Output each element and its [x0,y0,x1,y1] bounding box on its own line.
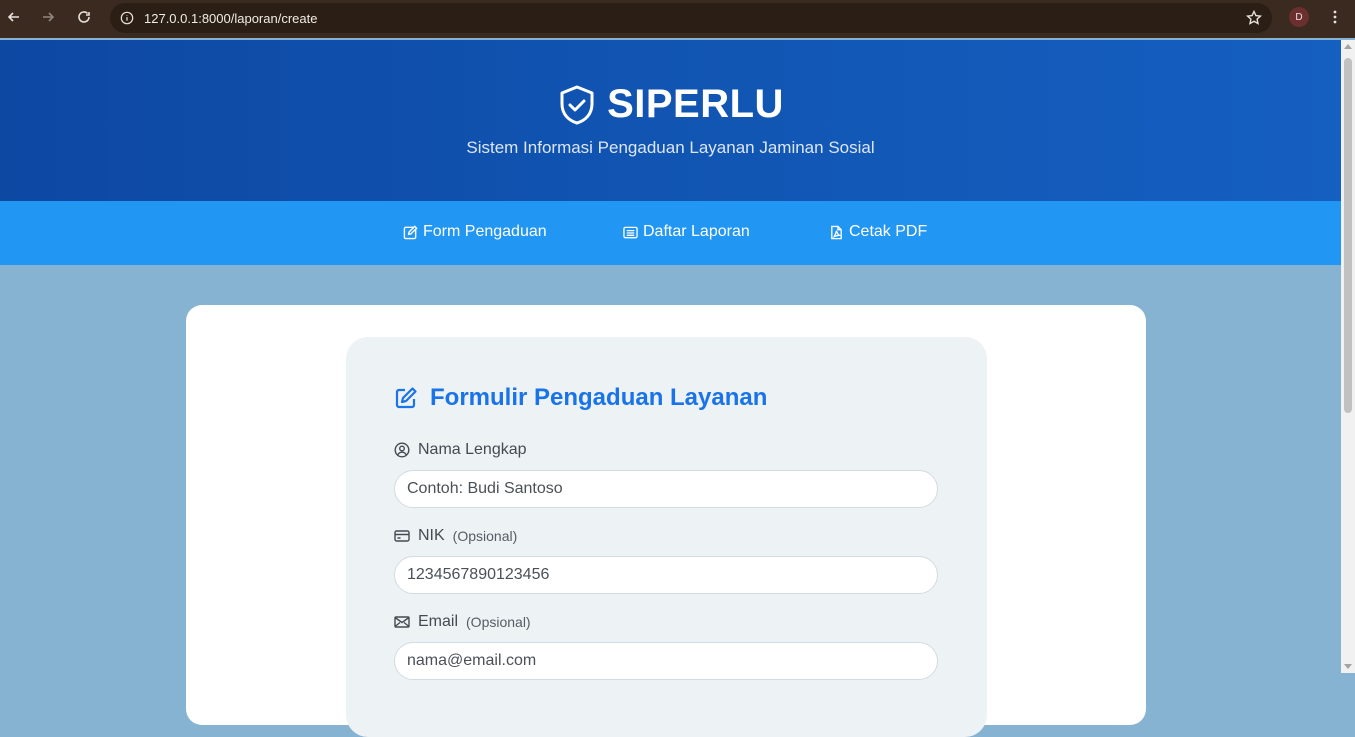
envelope-icon [394,616,410,628]
id-card-icon [394,530,410,542]
reload-icon[interactable] [72,5,96,29]
edit-icon [403,224,418,239]
bookmark-star-icon[interactable] [1246,10,1262,26]
user-circle-icon [394,442,410,458]
url-text[interactable]: 127.0.0.1:8000/laporan/create [144,11,317,26]
browser-toolbar: 127.0.0.1:8000/laporan/create D [0,0,1355,38]
list-icon [623,226,638,238]
scroll-down-arrow-icon[interactable] [1344,664,1352,669]
email-input[interactable] [394,642,938,680]
nav-form-pengaduan[interactable]: Form Pengaduan [403,223,547,241]
back-icon[interactable] [2,5,26,29]
profile-avatar[interactable]: D [1289,7,1309,27]
scroll-up-arrow-icon[interactable] [1344,44,1352,49]
site-info-icon[interactable] [120,11,134,25]
field-label: NIK [418,527,445,544]
scrollbar-thumb[interactable] [1344,58,1352,413]
nav-cetak-pdf[interactable]: Cetak PDF [829,223,927,241]
site-subtitle: Sistem Informasi Pengaduan Layanan Jamin… [466,138,875,157]
field-label: Email [418,613,459,630]
browser-menu-icon[interactable] [1325,7,1345,27]
shield-check-icon [560,85,594,124]
field-label: Nama Lengkap [418,441,527,458]
nav-label: Form Pengaduan [423,223,547,240]
nav-daftar-laporan[interactable]: Daftar Laporan [623,223,750,241]
nav-label: Daftar Laporan [643,223,750,240]
pdf-icon [831,225,842,239]
label-nik: NIK (Opsional) [394,527,517,545]
forward-icon[interactable] [36,5,60,29]
site-header: SIPERLU Sistem Informasi Pengaduan Layan… [0,40,1341,201]
optional-hint: (Opsional) [466,614,531,630]
edit-icon [395,387,417,409]
brand: SIPERLU [0,82,1341,127]
site-title: SIPERLU [607,82,784,126]
main-navigation: Form Pengaduan Daftar Laporan Cetak PDF [0,201,1341,265]
nav-label: Cetak PDF [849,223,928,240]
optional-hint: (Opsional) [452,528,518,544]
label-nama-lengkap: Nama Lengkap [394,441,527,459]
address-bar[interactable]: 127.0.0.1:8000/laporan/create [110,3,1272,33]
nik-input[interactable] [394,556,938,594]
form-heading: Formulir Pengaduan Layanan [394,384,767,412]
form-title: Formulir Pengaduan Layanan [430,384,768,411]
nama-lengkap-input[interactable] [394,470,938,508]
label-email: Email (Opsional) [394,613,531,631]
